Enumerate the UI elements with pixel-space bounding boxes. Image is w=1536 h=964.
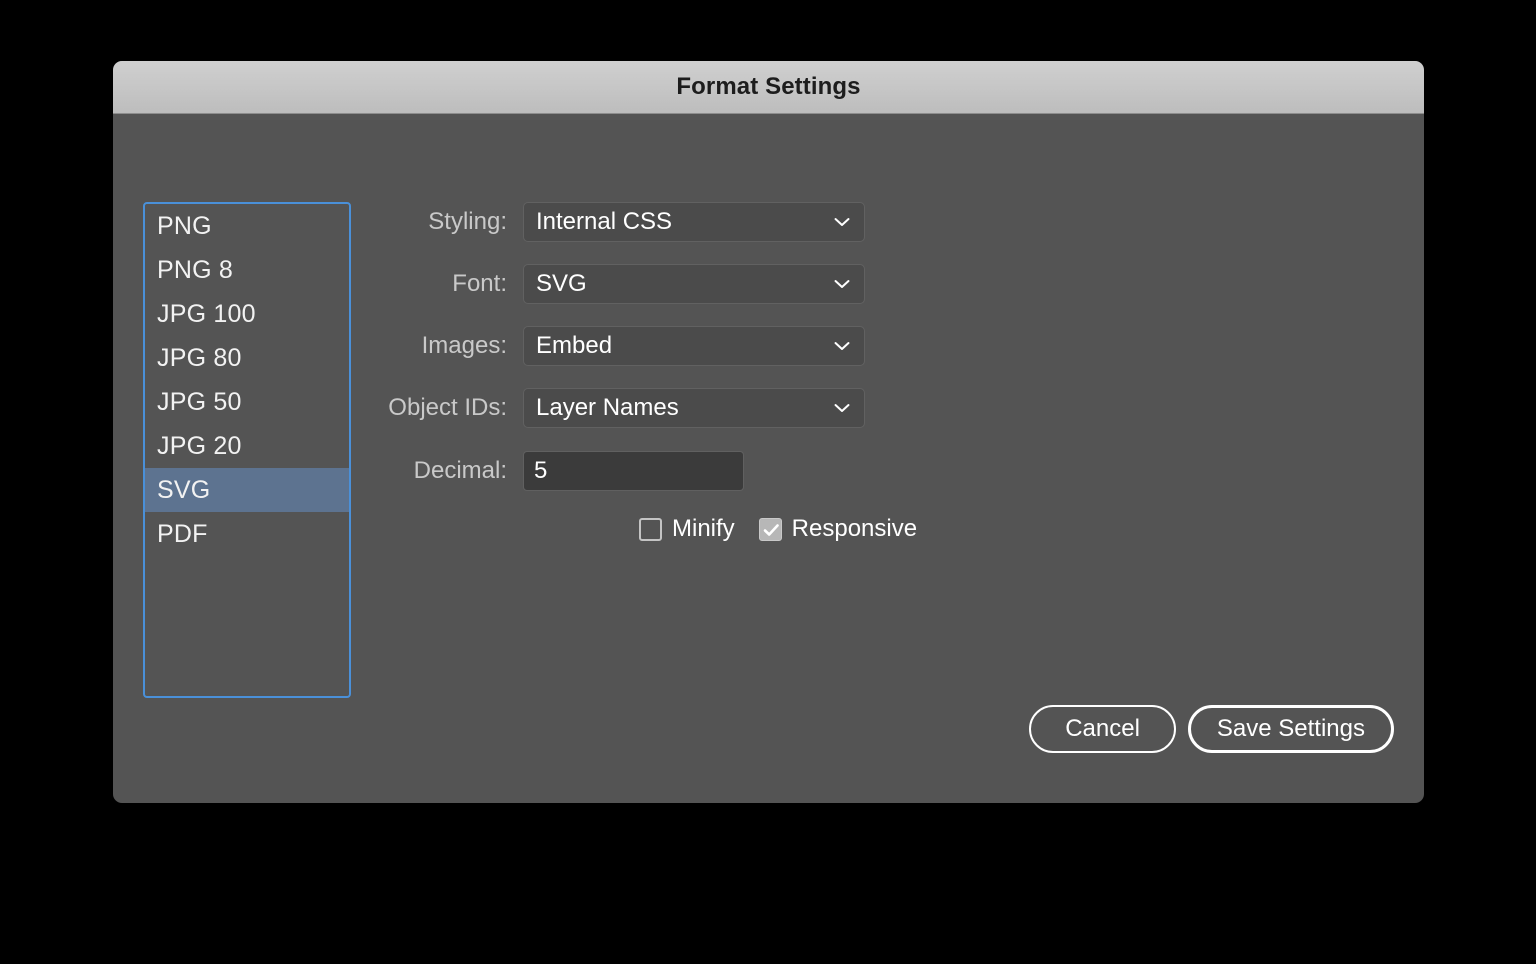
dialog-body: PNG PNG 8 JPG 100 JPG 80 JPG 50 JPG 20 S…: [113, 114, 1424, 803]
decimal-input[interactable]: 5: [523, 451, 744, 491]
decimal-row: Decimal: 5: [113, 451, 744, 491]
chevron-down-icon: [834, 341, 850, 351]
styling-row: Styling: Internal CSS: [113, 202, 865, 242]
object-ids-value: Layer Names: [536, 394, 679, 421]
dialog-title: Format Settings: [676, 73, 861, 100]
decimal-label: Decimal:: [413, 457, 507, 484]
font-label: Font:: [452, 270, 507, 297]
font-value: SVG: [536, 270, 587, 297]
minify-label: Minify: [672, 515, 735, 542]
object-ids-select[interactable]: Layer Names: [523, 388, 865, 428]
minify-checkbox[interactable]: [639, 517, 662, 541]
responsive-checkbox-group[interactable]: Responsive: [758, 515, 918, 544]
decimal-value: 5: [534, 457, 548, 484]
images-row: Images: Embed: [113, 326, 865, 366]
dialog-footer: Cancel Save Settings: [1029, 705, 1394, 753]
images-label: Images:: [421, 332, 507, 359]
dialog-titlebar: Format Settings: [113, 61, 1424, 114]
check-icon: [763, 522, 780, 544]
responsive-label: Responsive: [791, 515, 918, 542]
minify-checkbox-group[interactable]: Minify: [639, 515, 735, 543]
font-row: Font: SVG: [113, 264, 865, 304]
chevron-down-icon: [834, 403, 850, 413]
images-value: Embed: [536, 332, 613, 359]
object-ids-row: Object IDs: Layer Names: [113, 388, 865, 428]
styling-select[interactable]: Internal CSS: [523, 202, 865, 242]
save-settings-button[interactable]: Save Settings: [1187, 705, 1394, 753]
chevron-down-icon: [834, 279, 850, 289]
chevron-down-icon: [834, 217, 850, 227]
styling-label: Styling:: [428, 208, 507, 235]
cancel-button[interactable]: Cancel: [1029, 705, 1176, 753]
images-select[interactable]: Embed: [523, 326, 865, 366]
responsive-checkbox[interactable]: [758, 517, 782, 544]
styling-value: Internal CSS: [536, 208, 673, 235]
font-select[interactable]: SVG: [523, 264, 865, 304]
object-ids-label: Object IDs:: [388, 394, 507, 421]
options-checkbox-row: Minify Responsive: [639, 515, 917, 543]
format-list-item-pdf[interactable]: PDF: [145, 512, 349, 556]
format-settings-dialog: Format Settings PNG PNG 8 JPG 100 JPG 80…: [113, 61, 1424, 803]
